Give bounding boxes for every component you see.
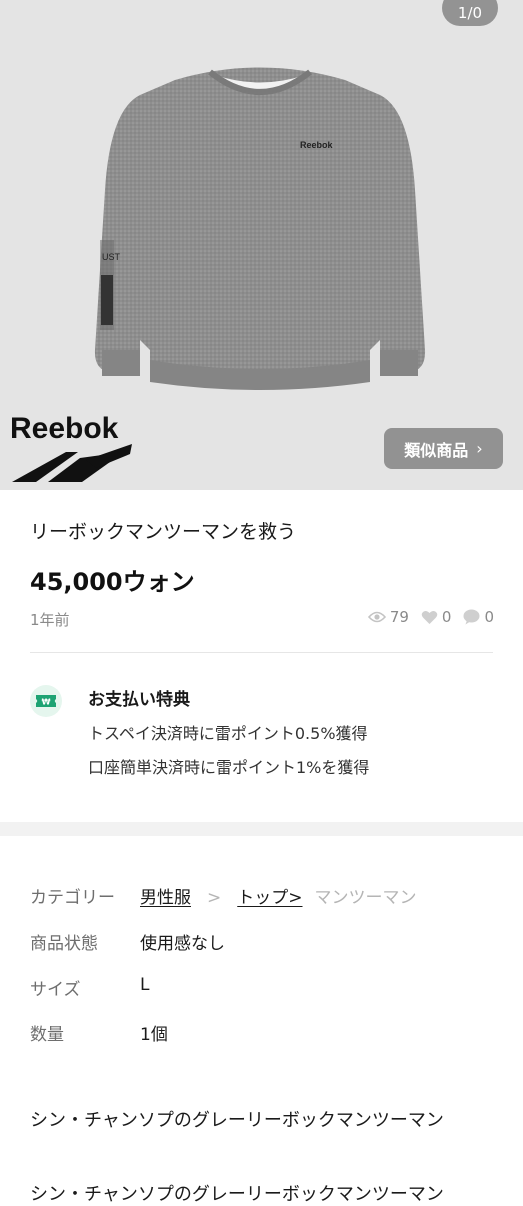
condition-label: 商品状態 — [30, 934, 98, 954]
benefit-title: お支払い特典 — [88, 690, 190, 710]
size-row: サイズ L — [30, 975, 149, 1000]
reebok-logo: Reebok — [10, 412, 132, 482]
quantity-label: 数量 — [30, 1025, 64, 1045]
views-count: 79 — [389, 608, 409, 626]
similar-items-button[interactable]: 類似商品 › — [384, 428, 503, 469]
condition-row: 商品状態 使用感なし — [30, 929, 225, 954]
category-current: マンツーマン — [314, 888, 417, 908]
product-price: 45,000ウォン — [30, 568, 195, 596]
product-title: リーボックマンツーマンを救う — [30, 521, 297, 543]
eye-icon — [367, 611, 386, 623]
svg-text:UST: UST — [102, 252, 121, 262]
category-separator: > — [207, 888, 222, 908]
svg-text:₩: ₩ — [42, 698, 51, 707]
heart-icon — [421, 610, 438, 624]
sweatshirt-photo: Reebok UST — [94, 67, 426, 390]
svg-text:Reebok: Reebok — [10, 412, 119, 445]
chevron-right-icon: › — [476, 439, 483, 458]
quantity-row: 数量 1個 — [30, 1020, 168, 1045]
product-image[interactable]: Reebok UST 1/0 Reebok 類似商品 › — [0, 0, 523, 490]
divider — [30, 652, 493, 653]
category-path: 男性服 > トップ> マンツーマン — [140, 883, 417, 908]
similar-items-label: 類似商品 — [404, 440, 469, 460]
category-link-mens[interactable]: 男性服 — [140, 888, 191, 908]
chat-bubble-icon — [463, 609, 480, 625]
size-value: L — [140, 975, 150, 995]
size-label: サイズ — [30, 980, 81, 1000]
product-description-continued: シン・チャンソプのグレーリーボックマンツーマン — [30, 1184, 444, 1205]
likes-stat: 0 — [421, 608, 452, 626]
image-counter: 1/0 — [442, 0, 498, 26]
section-separator — [0, 822, 523, 836]
svg-text:Reebok: Reebok — [300, 140, 334, 150]
category-link-top[interactable]: トップ> — [237, 888, 302, 908]
product-description: シン・チャンソプのグレーリーボックマンツーマン — [30, 1110, 444, 1131]
ticket-icon: ₩ — [36, 695, 56, 707]
chats-count: 0 — [484, 608, 494, 626]
likes-count: 0 — [441, 608, 452, 626]
benefit-tosspay: トスペイ決済時に雷ポイント0.5%獲得 — [88, 724, 368, 743]
payment-benefit-icon: ₩ — [30, 685, 62, 717]
views-stat: 79 — [367, 608, 409, 626]
quantity-value: 1個 — [140, 1025, 168, 1045]
posted-time: 1年前 — [30, 611, 70, 629]
benefit-account: 口座簡単決済時に雷ポイント1%を獲得 — [88, 758, 370, 777]
condition-value: 使用感なし — [140, 934, 225, 954]
product-stats: 79 0 0 — [362, 608, 494, 626]
chats-stat: 0 — [463, 608, 494, 626]
category-row: カテゴリー 男性服 > トップ> マンツーマン — [30, 883, 417, 908]
category-label: カテゴリー — [30, 888, 115, 908]
